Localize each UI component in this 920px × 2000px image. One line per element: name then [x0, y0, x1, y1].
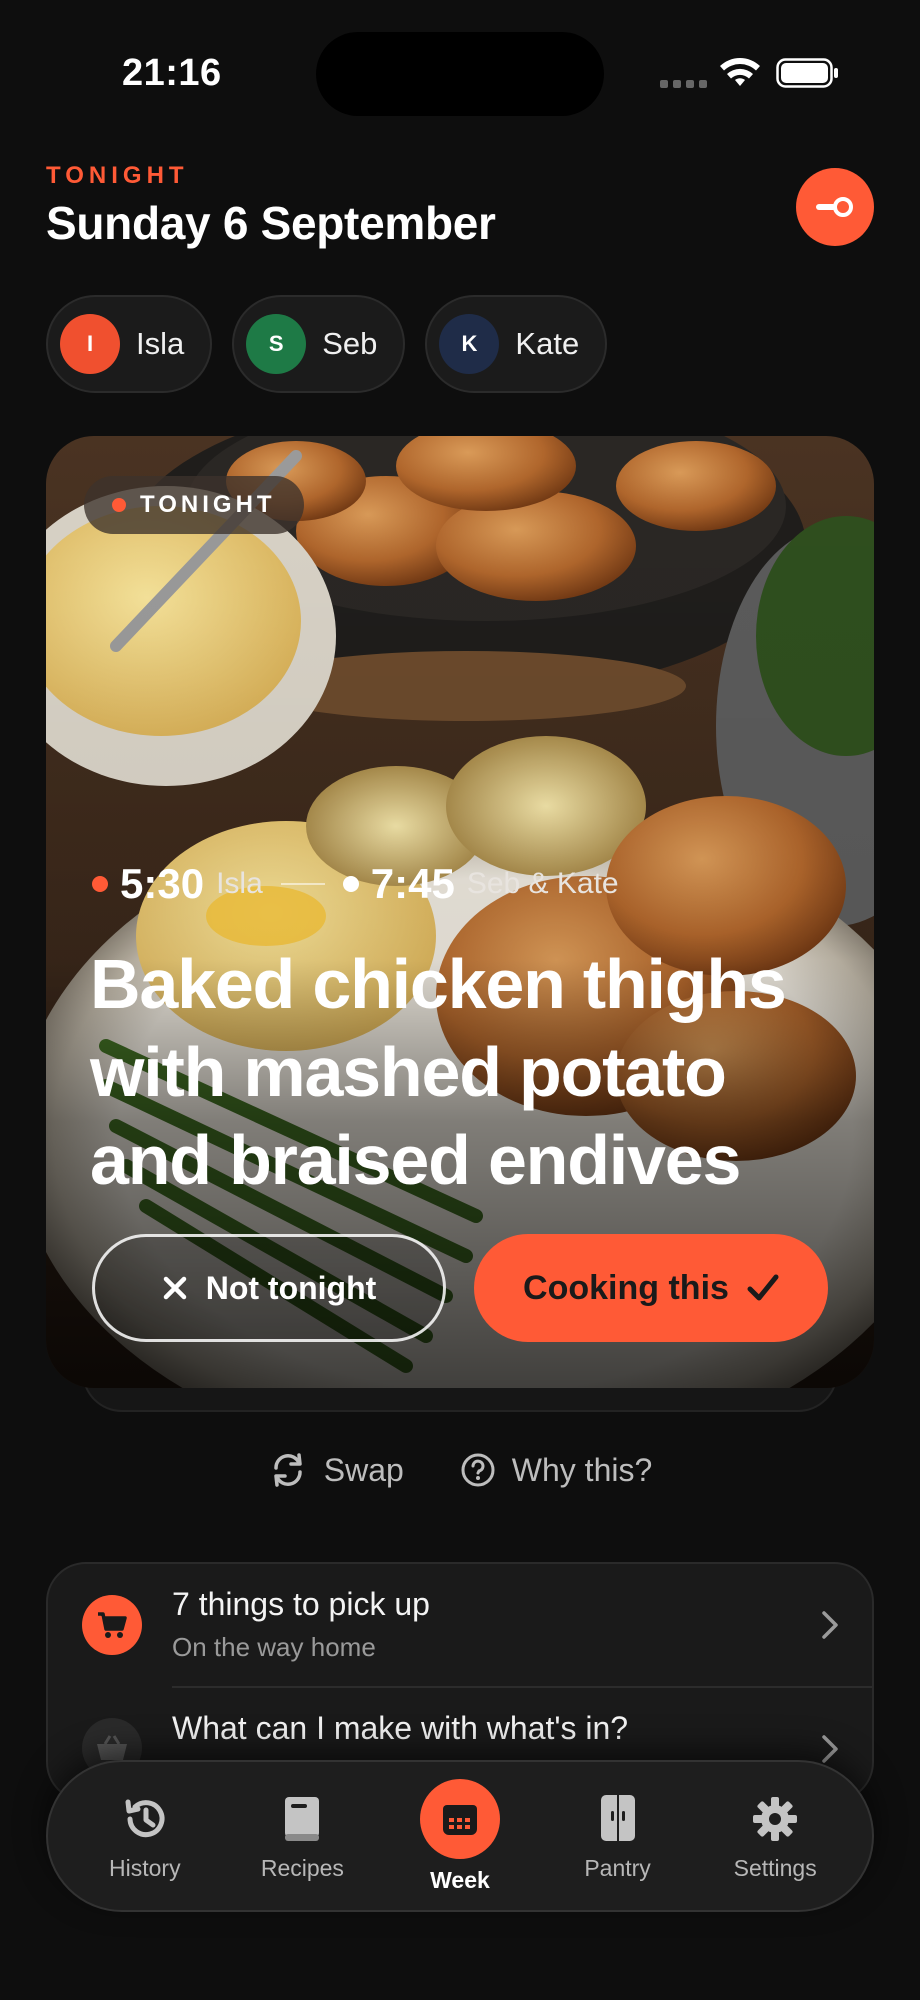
cellular-signal-icon — [660, 80, 707, 88]
avatar: I — [60, 314, 120, 374]
person-name: Seb — [322, 326, 378, 361]
tab-recipes[interactable]: Recipes — [232, 1791, 372, 1882]
tab-label: Pantry — [584, 1854, 651, 1881]
badge-label: TONIGHT — [140, 491, 276, 518]
page-eyebrow: TONIGHT — [46, 162, 189, 189]
slot-dot-icon — [342, 876, 359, 892]
dynamic-island — [316, 32, 604, 116]
person-name: Isla — [136, 326, 185, 361]
history-icon — [117, 1791, 173, 1847]
tab-history[interactable]: History — [75, 1791, 215, 1882]
household-link-button[interactable] — [796, 168, 874, 246]
calendar-icon — [419, 1778, 500, 1859]
person-chip-kate[interactable]: K Kate — [425, 295, 608, 393]
slot-time: 7:45 — [370, 860, 455, 907]
row-subtitle: On the way home — [172, 1632, 376, 1662]
wifi-icon — [720, 58, 760, 86]
cooking-this-label: Cooking this — [523, 1268, 729, 1307]
slot-people: Isla — [216, 867, 263, 900]
cart-icon — [82, 1595, 142, 1655]
chevron-right-icon — [822, 1611, 838, 1639]
tab-pantry[interactable]: Pantry — [548, 1791, 688, 1882]
household-members: I Isla S Seb K Kate — [46, 295, 608, 393]
status-time: 21:16 — [122, 52, 222, 94]
chevron-right-icon — [822, 1735, 838, 1763]
slot-dot-icon — [92, 876, 108, 892]
swap-label: Swap — [323, 1451, 404, 1488]
page-title: Sunday 6 September — [46, 197, 496, 249]
tonight-badge: TONIGHT — [84, 476, 304, 534]
slot-time: 5:30 — [120, 860, 205, 907]
why-this-button[interactable]: Why this? — [460, 1450, 652, 1490]
link-icon — [816, 197, 853, 217]
battery-icon — [776, 58, 838, 88]
not-tonight-label: Not tonight — [205, 1269, 377, 1306]
slot-people: Seb & Kate — [466, 867, 619, 900]
card-secondary-actions: Swap Why this? — [0, 1450, 920, 1490]
book-icon — [274, 1791, 330, 1847]
not-tonight-button[interactable]: Not tonight — [92, 1234, 446, 1342]
row-title: What can I make with what's in? — [172, 1710, 629, 1746]
tab-label: Week — [430, 1866, 490, 1893]
tab-label: History — [109, 1854, 181, 1881]
person-chip-isla[interactable]: I Isla — [46, 295, 213, 393]
person-name: Kate — [515, 326, 580, 361]
person-chip-seb[interactable]: S Seb — [232, 295, 406, 393]
avatar: S — [246, 314, 307, 374]
cooking-this-button[interactable]: Cooking this — [474, 1234, 828, 1342]
tab-label: Settings — [733, 1854, 817, 1881]
swap-button[interactable]: Swap — [268, 1450, 404, 1490]
dish-title: Baked chicken thighs with mashed potato … — [90, 945, 787, 1199]
checkmark-icon — [747, 1274, 779, 1301]
row-title: 7 things to pick up — [172, 1586, 430, 1622]
tab-settings[interactable]: Settings — [705, 1791, 845, 1882]
swap-icon — [273, 1453, 302, 1487]
avatar: K — [439, 314, 500, 374]
pantry-icon — [590, 1791, 646, 1847]
close-icon — [163, 1276, 186, 1300]
help-circle-icon — [461, 1453, 495, 1487]
tab-bar: History Recipes Week Pantry Settings — [46, 1760, 874, 1912]
shopping-list-row[interactable]: 7 things to pick up On the way home — [48, 1564, 872, 1686]
tab-week[interactable]: Week — [390, 1778, 530, 1894]
tab-label: Recipes — [260, 1854, 344, 1881]
meal-card[interactable]: TONIGHT 5:30 Isla 7:45 Seb & Kate Baked … — [46, 436, 874, 1388]
timeline-connector — [280, 883, 325, 885]
status-bar: 21:16 — [0, 0, 920, 150]
meal-times: 5:30 Isla 7:45 Seb & Kate — [92, 860, 619, 908]
gear-icon — [747, 1791, 803, 1847]
live-dot-icon — [112, 498, 126, 512]
why-this-label: Why this? — [511, 1451, 653, 1488]
